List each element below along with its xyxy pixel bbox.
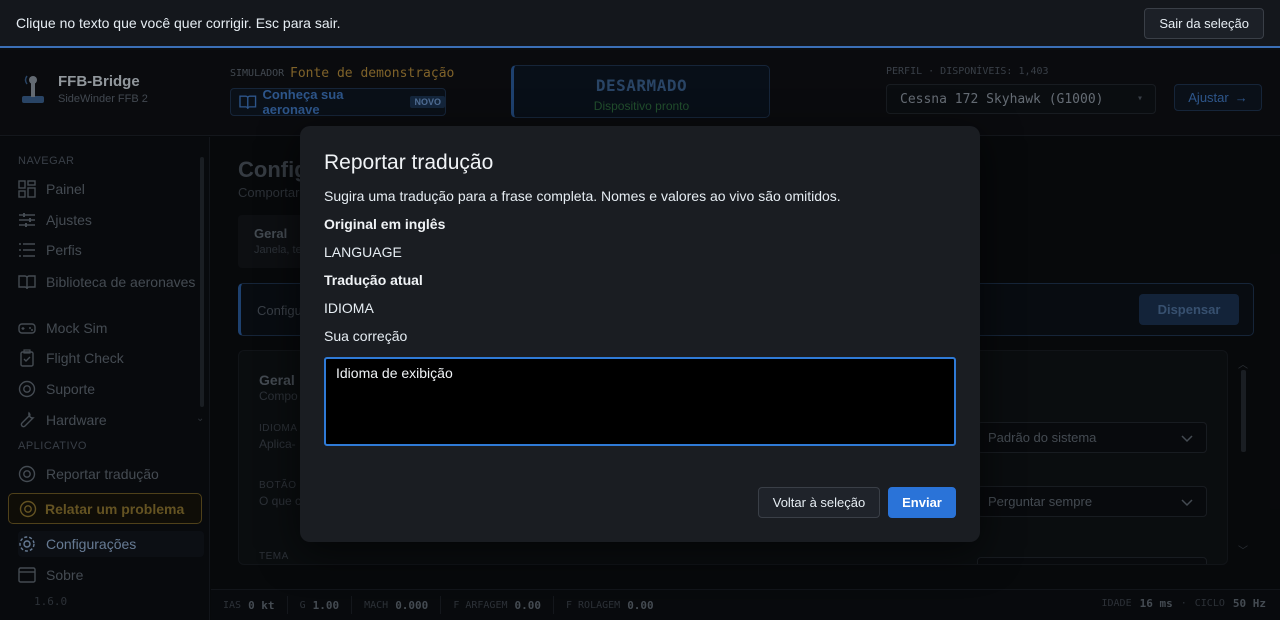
back-to-selection-button[interactable]: Voltar à seleção [758, 487, 880, 518]
original-value: LANGUAGE [324, 244, 402, 260]
selection-banner: Clique no texto que você quer corrigir. … [0, 0, 1280, 48]
original-heading: Original em inglês [324, 216, 446, 232]
selection-instruction: Clique no texto que você quer corrigir. … [16, 15, 341, 31]
exit-selection-button[interactable]: Sair da seleção [1144, 8, 1264, 39]
report-translation-dialog: Reportar tradução Sugira uma tradução pa… [300, 126, 980, 542]
current-heading: Tradução atual [324, 272, 423, 288]
current-value: IDIOMA [324, 300, 374, 316]
correction-textarea[interactable]: Idioma de exibição [324, 357, 956, 446]
correction-heading: Sua correção [324, 328, 408, 344]
dialog-title: Reportar tradução [324, 151, 494, 174]
dialog-description: Sugira uma tradução para a frase complet… [324, 188, 841, 204]
send-button[interactable]: Enviar [888, 487, 956, 518]
